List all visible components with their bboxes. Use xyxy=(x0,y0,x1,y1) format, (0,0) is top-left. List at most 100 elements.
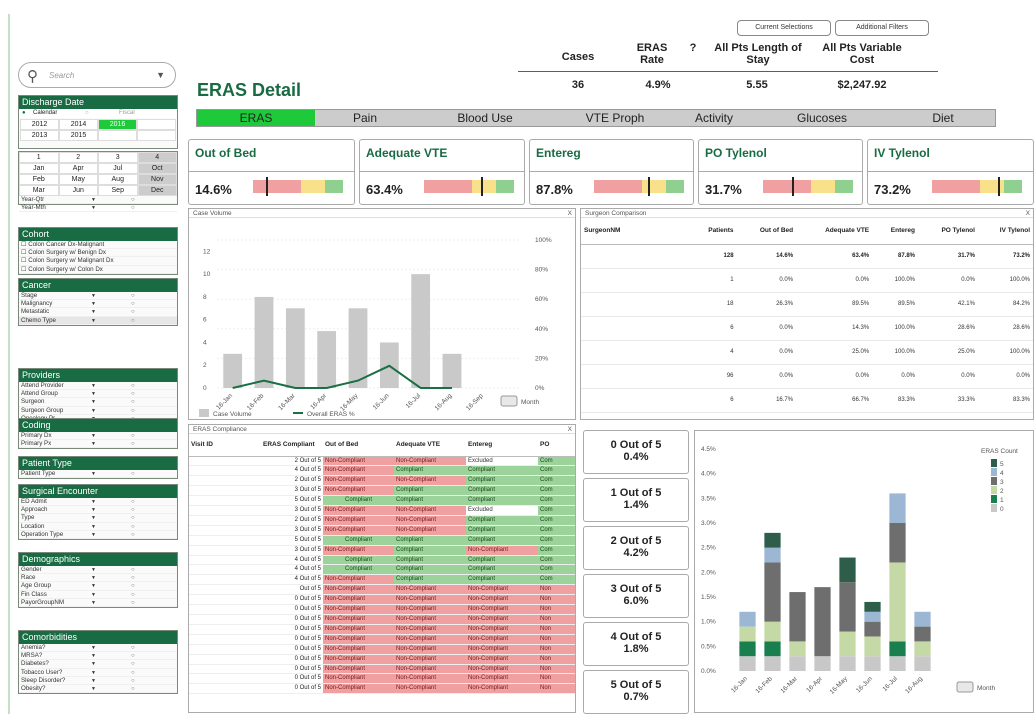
year-mth-row[interactable]: Year-Mth ▼ ○ xyxy=(19,204,177,213)
measure-card[interactable]: Out of Bed 14.6% xyxy=(188,139,355,205)
quarter-option[interactable]: 3 xyxy=(98,152,138,163)
measure-card[interactable]: Adequate VTE 63.4% xyxy=(359,139,525,205)
filter-row[interactable]: Chemo Type ▼ ○ xyxy=(19,316,177,325)
table-row[interactable]: 5 Out of 5 Compliant Compliant Compliant Com xyxy=(189,535,575,546)
table-row[interactable]: 6 0.0% 14.3% 100.0% 28.6% 28.6% xyxy=(581,316,1033,341)
filter-row[interactable]: Approach ▼ ○ xyxy=(19,506,177,515)
month-option[interactable]: Mar xyxy=(19,185,59,196)
table-row[interactable]: 0 Out of 5 Non-Compliant Non-Compliant Non-… xyxy=(189,594,575,606)
out-of-5-box[interactable]: 4 Out of 5 1.8% xyxy=(583,622,689,666)
eras-count-segment[interactable] xyxy=(914,626,931,642)
fiscal-radio-icon[interactable]: ○ xyxy=(85,109,89,118)
filter-row[interactable]: Primary Dx ▼ ○ xyxy=(19,432,177,441)
table-row[interactable]: 30.0%100.0%66.7%0.0%66.7% xyxy=(581,412,1033,419)
eras-count-segment[interactable] xyxy=(889,493,906,523)
compliance-col-header[interactable]: ERAS Compliant xyxy=(261,434,323,457)
compliance-col-header[interactable]: Out of Bed xyxy=(323,434,394,457)
table-row[interactable]: 3 Out of 5 Non-Compliant Non-Compliant Comp… xyxy=(189,525,575,536)
eras-count-segment[interactable] xyxy=(864,621,881,637)
filter-row[interactable]: Operation Type ▼ ○ xyxy=(19,531,177,539)
eras-count-segment[interactable] xyxy=(764,547,781,563)
table-row[interactable]: 4 Out of 5 Non-Compliant Compliant Complian… xyxy=(189,574,575,586)
table-row[interactable]: Out of 5 Non-Compliant Non-Compliant Non-Co… xyxy=(189,584,575,596)
cohort-item[interactable]: ☐ Colon Cancer Dx-Malignant xyxy=(19,241,177,250)
table-row[interactable]: 0 Out of 5 Non-Compliant Non-Compliant Non-… xyxy=(189,634,575,645)
tab-diet[interactable]: Diet xyxy=(891,110,995,126)
month-toggle-icon[interactable] xyxy=(956,681,974,693)
filter-row[interactable]: Attend Provider ▼ ○ xyxy=(19,382,177,391)
eras-count-segment[interactable] xyxy=(839,557,856,583)
surgeon-col-header[interactable]: Adequate VTE xyxy=(796,218,873,245)
additional-filters-button[interactable]: Additional Filters xyxy=(835,20,929,36)
table-row[interactable]: 2 Out of 5 Non-Compliant Non-Compliant Excl… xyxy=(189,456,575,467)
current-selections-button[interactable]: Current Selections xyxy=(737,20,831,36)
year-option[interactable]: 2016 xyxy=(98,119,137,130)
filter-row[interactable]: Type ▼ ○ xyxy=(19,514,177,523)
table-row[interactable]: 0 Out of 5 Non-Compliant Non-Compliant Non-… xyxy=(189,624,575,635)
out-of-5-box[interactable]: 2 Out of 5 4.2% xyxy=(583,526,689,570)
table-row[interactable]: 5 Out of 5 Compliant Compliant Compliant Com xyxy=(189,495,575,507)
filter-row[interactable]: Race ▼ ○ xyxy=(19,574,177,583)
year-option[interactable]: 2012 xyxy=(20,119,59,130)
filter-row[interactable]: Fin Class ▼ ○ xyxy=(19,591,177,599)
eras-count-segment[interactable] xyxy=(764,656,781,671)
table-row[interactable]: 4 0.0% 25.0% 100.0% 25.0% 100.0% xyxy=(581,340,1033,365)
table-row[interactable]: 1 0.0% 0.0% 100.0% 0.0% 100.0% xyxy=(581,268,1033,293)
eras-count-segment[interactable] xyxy=(889,641,906,657)
tab-activity[interactable]: Activity xyxy=(675,110,753,126)
case-volume-bar[interactable] xyxy=(411,274,431,388)
month-option[interactable]: Feb xyxy=(19,174,59,185)
eras-count-segment[interactable] xyxy=(739,656,756,671)
year-qtr-row[interactable]: Year-Qtr ▼ ○ xyxy=(19,196,177,205)
table-row[interactable]: 6 16.7% 66.7% 83.3% 33.3% 83.3% xyxy=(581,388,1033,413)
table-row[interactable]: 0 Out of 5 Non-Compliant Non-Compliant Non-… xyxy=(189,683,575,695)
month-option[interactable]: Nov xyxy=(137,174,177,185)
eras-count-segment[interactable] xyxy=(739,626,756,642)
month-option[interactable]: Dec xyxy=(137,185,177,196)
table-row[interactable]: 4 Out of 5 Non-Compliant Compliant Complian… xyxy=(189,465,575,477)
month-option[interactable]: Apr xyxy=(58,163,98,174)
filter-row[interactable]: ED Admit ▼ ○ xyxy=(19,498,177,507)
month-option[interactable]: May xyxy=(58,174,98,185)
month-option[interactable]: Aug xyxy=(98,174,138,185)
table-row[interactable]: 0 Out of 5 Non-Compliant Non-Compliant Non-… xyxy=(189,614,575,625)
table-row[interactable]: 128 14.6% 63.4% 87.8% 31.7% 73.2% xyxy=(581,244,1033,269)
month-option[interactable]: Jun xyxy=(58,185,98,196)
filter-row[interactable]: Malignancy ▼ ○ xyxy=(19,300,177,309)
eras-count-segment[interactable] xyxy=(814,587,831,657)
filter-row[interactable]: Sleep Disorder? ▼ ○ xyxy=(19,677,177,685)
year-option[interactable]: 2014 xyxy=(59,119,98,130)
chevron-down-icon[interactable]: ▼ xyxy=(156,70,165,80)
tab-eras[interactable]: ERAS xyxy=(197,110,315,126)
surgeon-col-header[interactable]: IV Tylenol xyxy=(977,218,1033,245)
table-row[interactable]: 0 Out of 5 Non-Compliant Non-Compliant Non-… xyxy=(189,654,575,665)
filter-row[interactable]: Primary Px ▼ ○ xyxy=(19,440,177,449)
compliance-col-header[interactable]: Visit ID xyxy=(189,434,261,457)
surgeon-col-header[interactable]: PO Tylenol xyxy=(918,218,978,245)
surgeon-col-header[interactable]: Entereg xyxy=(872,218,918,245)
table-row[interactable]: 4 Out of 5 Compliant Compliant Compliant Com xyxy=(189,555,575,566)
filter-row[interactable]: Age Group ▼ ○ xyxy=(19,582,177,591)
table-row[interactable]: 4 Out of 5 Compliant Compliant Compliant Com xyxy=(189,564,575,576)
month-option[interactable]: Sep xyxy=(98,185,138,196)
eras-count-segment[interactable] xyxy=(839,656,856,671)
table-row[interactable]: 0 Out of 5 Non-Compliant Non-Compliant Non-… xyxy=(189,664,575,675)
filter-row[interactable]: Surgeon ▼ ○ xyxy=(19,398,177,407)
out-of-5-box[interactable]: 5 Out of 5 0.7% xyxy=(583,670,689,714)
measure-card[interactable]: Entereg 87.8% xyxy=(529,139,694,205)
table-row[interactable]: 18 26.3% 89.5% 89.5% 42.1% 84.2% xyxy=(581,292,1033,317)
eras-count-segment[interactable] xyxy=(764,562,781,622)
filter-row[interactable]: Anemia? ▼ ○ xyxy=(19,644,177,653)
month-option[interactable]: Jan xyxy=(19,163,59,174)
eras-count-segment[interactable] xyxy=(789,641,806,657)
eras-count-segment[interactable] xyxy=(739,611,756,627)
eras-count-segment[interactable] xyxy=(789,656,806,671)
measure-card[interactable]: IV Tylenol 73.2% xyxy=(867,139,1034,205)
cohort-item[interactable]: ☐ Colon Surgery w/ Benign Dx xyxy=(19,249,177,258)
filter-row[interactable]: MRSA? ▼ ○ xyxy=(19,652,177,661)
eras-count-segment[interactable] xyxy=(889,656,906,671)
filter-row[interactable]: Obesity? ▼ ○ xyxy=(19,685,177,694)
eras-count-segment[interactable] xyxy=(789,592,806,642)
eras-count-segment[interactable] xyxy=(764,641,781,657)
eras-count-segment[interactable] xyxy=(889,562,906,642)
